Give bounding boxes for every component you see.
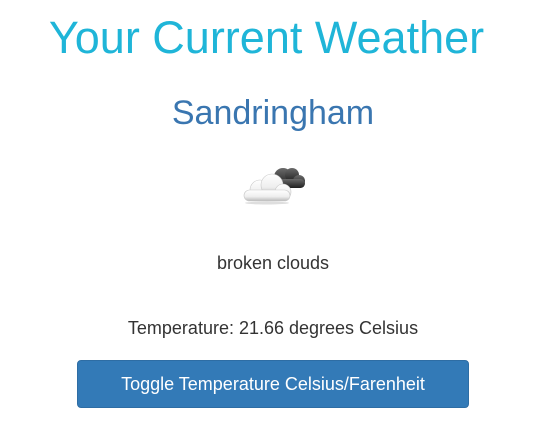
toggle-temperature-unit-button[interactable]: Toggle Temperature Celsius/Farenheit [77, 360, 469, 408]
temperature-readout: Temperature: 21.66 degrees Celsius [127, 318, 419, 338]
city-name: Sandringham [171, 94, 375, 132]
cloud-icon-graphic [243, 168, 305, 205]
page-title: Your Current Weather [48, 12, 485, 63]
broken-clouds-icon [240, 160, 310, 208]
weather-description: broken clouds [216, 253, 330, 273]
weather-page: Your Current Weather Sandringham broken … [0, 0, 533, 429]
